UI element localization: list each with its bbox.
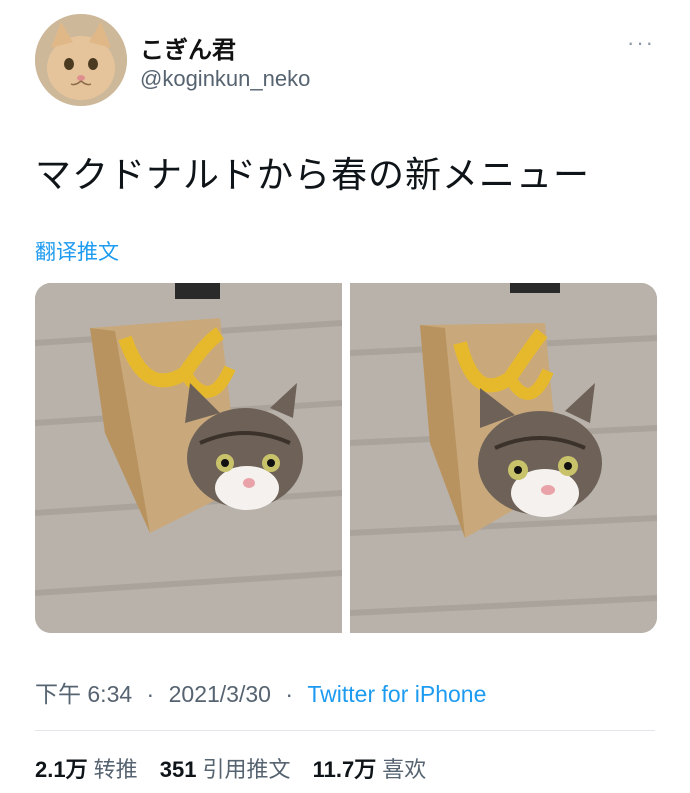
translate-tweet-link[interactable]: 翻译推文: [35, 236, 119, 266]
retweets-stat[interactable]: 2.1万 转推: [35, 757, 160, 782]
tweet-source-link[interactable]: Twitter for iPhone: [307, 681, 486, 707]
likes-stat[interactable]: 11.7万 喜欢: [313, 757, 443, 782]
retweets-label: 转推: [93, 757, 138, 782]
tweet-header: こぎん君 @koginkun_neko ···: [35, 14, 655, 106]
quotes-label: 引用推文: [202, 757, 291, 782]
likes-label: 喜欢: [382, 757, 427, 782]
divider: [35, 730, 655, 731]
cat-in-bag-photo-icon: [35, 283, 342, 633]
display-name[interactable]: こぎん君: [140, 30, 236, 65]
likes-count: 11.7万: [312, 757, 377, 782]
tweet-date[interactable]: 2021/3/30: [169, 681, 271, 707]
quotes-count: 351: [159, 757, 197, 782]
meta-separator: ·: [285, 681, 293, 707]
tweet: こぎん君 @koginkun_neko ··· マクドナルドから春の新メニュー …: [0, 0, 690, 793]
cat-avatar-icon: [35, 14, 127, 106]
quotes-stat[interactable]: 351 引用推文: [160, 757, 313, 782]
retweets-count: 2.1万: [35, 757, 88, 782]
tweet-text: マクドナルドから春の新メニュー: [35, 154, 591, 195]
tweet-media: [35, 283, 657, 633]
media-photo-1[interactable]: [35, 283, 342, 633]
user-handle[interactable]: @koginkun_neko: [140, 66, 310, 92]
tweet-time[interactable]: 下午 6:34: [35, 681, 132, 707]
tweet-stats: 2.1万 转推 351 引用推文 11.7万 喜欢: [35, 752, 442, 784]
avatar[interactable]: [35, 14, 127, 106]
more-options-icon[interactable]: ···: [627, 30, 655, 56]
meta-separator: ·: [146, 681, 155, 707]
tweet-meta: 下午 6:34 · 2021/3/30 · Twitter for iPhone: [35, 675, 486, 709]
cat-in-bag-photo-icon: [350, 283, 657, 633]
media-photo-2[interactable]: [350, 283, 657, 633]
